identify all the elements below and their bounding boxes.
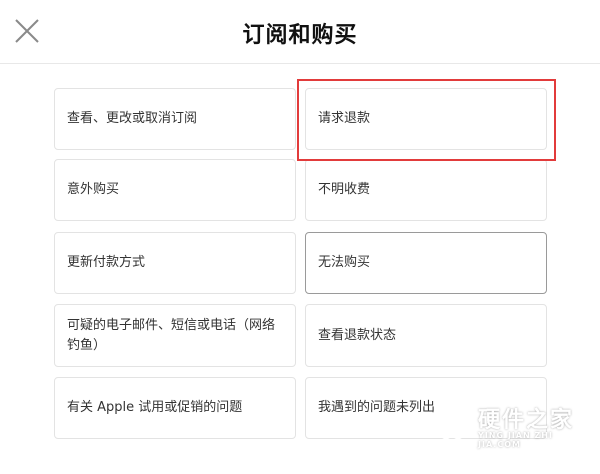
option-update-payment[interactable]: 更新付款方式	[54, 232, 296, 294]
option-suspicious-email[interactable]: 可疑的电子邮件、短信或电话（网络钓鱼）	[54, 304, 296, 367]
option-label: 我遇到的问题未列出	[318, 400, 436, 415]
option-label: 无法购买	[318, 255, 371, 270]
option-label: 更新付款方式	[67, 255, 146, 270]
option-accidental-purchase[interactable]: 意外购买	[54, 159, 296, 221]
page: 订阅和购买 查看、更改或取消订阅 请求退款 意外购买 不明收费 更新付款方式 无…	[0, 0, 600, 474]
option-check-refund-status[interactable]: 查看退款状态	[305, 304, 547, 367]
option-label: 查看、更改或取消订阅	[67, 111, 198, 126]
option-cannot-purchase[interactable]: 无法购买	[305, 232, 547, 294]
option-apple-trial[interactable]: 有关 Apple 试用或促销的问题	[54, 377, 296, 439]
option-label: 可疑的电子邮件、短信或电话（网络钓鱼）	[67, 317, 276, 353]
option-issue-not-listed[interactable]: 我遇到的问题未列出	[305, 377, 547, 439]
option-label: 请求退款	[318, 111, 371, 126]
option-label: 意外购买	[67, 182, 120, 197]
option-unknown-charge[interactable]: 不明收费	[305, 159, 547, 221]
option-label: 不明收费	[318, 182, 371, 197]
option-request-refund[interactable]: 请求退款	[305, 88, 547, 150]
header: 订阅和购买	[0, 0, 600, 64]
page-title: 订阅和购买	[242, 23, 358, 48]
option-label: 有关 Apple 试用或促销的问题	[67, 400, 243, 415]
option-label: 查看退款状态	[318, 327, 397, 343]
option-manage-subscription[interactable]: 查看、更改或取消订阅	[54, 88, 296, 150]
